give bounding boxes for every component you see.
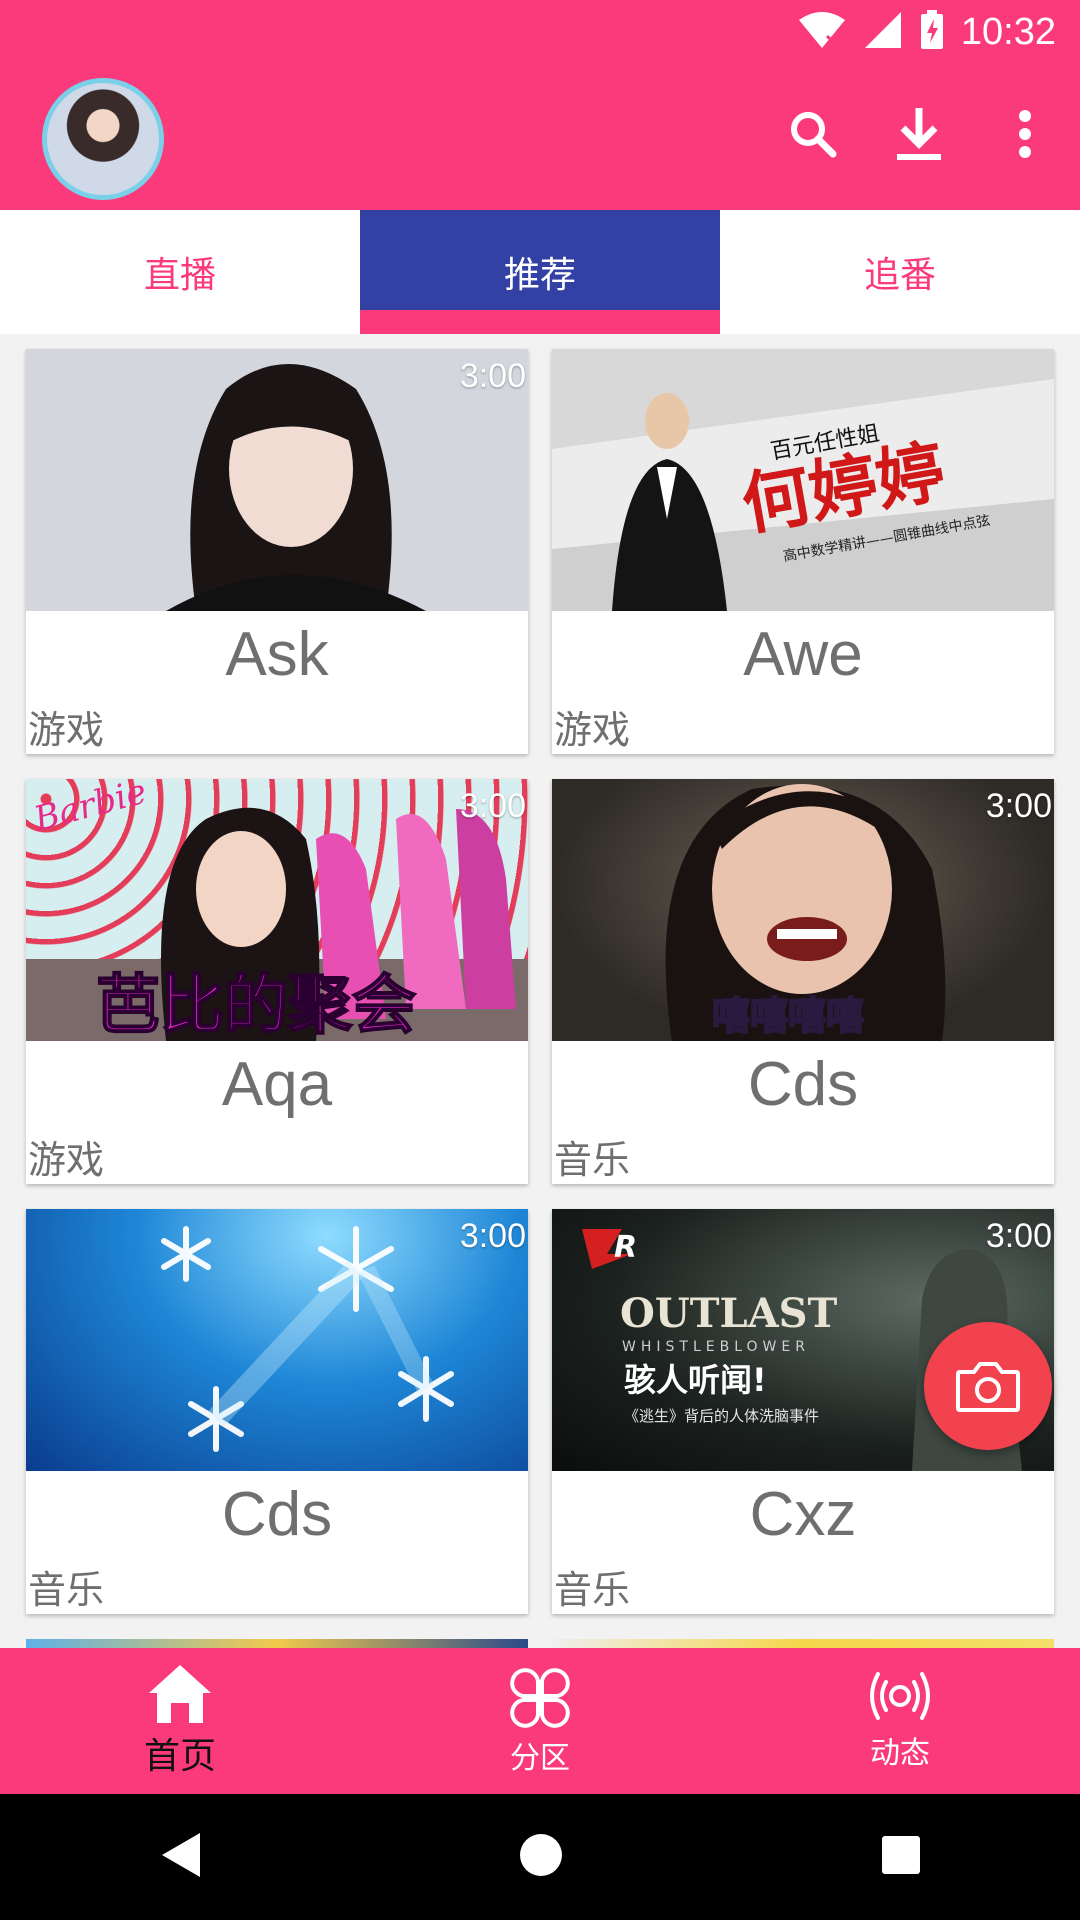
video-thumbnail: 3:00 (26, 349, 528, 611)
battery-icon (919, 9, 945, 55)
thumbnail-art: 百元任性姐 何婷婷 高中数学精讲——圆锥曲线中点弦 (552, 349, 1054, 611)
video-title: Aqa (221, 1050, 333, 1119)
video-card-partial[interactable] (552, 1639, 1054, 1648)
status-time: 10:32 (960, 10, 1056, 53)
video-card-partial[interactable] (26, 1639, 528, 1648)
video-category: 音乐 (554, 1568, 631, 1612)
nav-feed[interactable]: 动态 (720, 1648, 1080, 1794)
video-title: Cds (747, 1050, 859, 1119)
search-icon (791, 112, 837, 158)
video-card[interactable]: Barbie 芭比的聚会 3:00 Aqa 游戏 (26, 779, 528, 1184)
video-thumbnail: 3:00 (26, 1209, 528, 1471)
system-navigation-bar (0, 1794, 1080, 1920)
svg-text:嘻嘻嘻嘻: 嘻嘻嘻嘻 (712, 994, 864, 1038)
video-title: Cxz (749, 1480, 857, 1549)
camera-fab[interactable] (924, 1322, 1052, 1450)
back-icon (162, 1833, 200, 1877)
nav-home-label: 首页 (143, 1736, 216, 1777)
broadcast-icon (870, 1672, 930, 1720)
video-category: 游戏 (28, 1138, 105, 1182)
avatar[interactable] (42, 78, 164, 200)
signal-icon (863, 10, 903, 54)
nav-category[interactable]: 分区 (360, 1648, 720, 1794)
back-button[interactable] (158, 1831, 202, 1883)
video-category: 音乐 (554, 1138, 631, 1182)
video-title: Awe (743, 620, 863, 689)
status-bar: 10:32 (0, 0, 1080, 64)
search-button[interactable] (782, 103, 844, 165)
video-category: 音乐 (28, 1568, 105, 1612)
nav-feed-label: 动态 (870, 1736, 930, 1771)
svg-text:WHISTLEBLOWER: WHISTLEBLOWER (622, 1339, 810, 1355)
video-duration: 3:00 (459, 357, 526, 395)
home-button[interactable] (518, 1832, 564, 1882)
video-duration: 3:00 (459, 1217, 526, 1255)
bottom-navigation: 首页 分区 动态 (0, 1648, 1080, 1794)
nav-category-label: 分区 (510, 1741, 570, 1776)
video-card[interactable]: 嘻嘻嘻嘻 3:00 Cds 音乐 (552, 779, 1054, 1184)
video-card[interactable]: 3:00 Ask 游戏 (26, 349, 528, 754)
video-title: Cds (221, 1480, 333, 1549)
recents-icon (882, 1836, 920, 1874)
more-options-button[interactable] (994, 103, 1056, 165)
tab-live[interactable]: 直播 (0, 210, 360, 334)
thumbnail-art (26, 349, 528, 611)
app-bar: 10:32 (0, 0, 1080, 210)
thumbnail-art: Barbie 芭比的聚会 (26, 779, 528, 1041)
top-tabs: 直播 推荐 追番 (0, 210, 1080, 334)
svg-text:芭比的聚会: 芭比的聚会 (96, 969, 416, 1041)
recents-button[interactable] (880, 1834, 922, 1880)
video-card[interactable]: 百元任性姐 何婷婷 高中数学精讲——圆锥曲线中点弦 Awe 游戏 (552, 349, 1054, 754)
wifi-icon (797, 10, 847, 54)
video-duration: 3:00 (985, 787, 1052, 825)
more-vert-icon (1019, 110, 1031, 158)
video-thumbnail: 嘻嘻嘻嘻 3:00 (552, 779, 1054, 1041)
video-title: Ask (225, 620, 329, 689)
camera-icon (956, 1362, 1020, 1412)
download-icon (897, 108, 941, 160)
video-category: 游戏 (554, 708, 631, 752)
home-icon (149, 1665, 211, 1723)
video-thumbnail: Barbie 芭比的聚会 3:00 (26, 779, 528, 1041)
svg-text:OUTLAST: OUTLAST (620, 1290, 838, 1337)
svg-text:《逃生》背后的人体洗脑事件: 《逃生》背后的人体洗脑事件 (624, 1407, 819, 1425)
video-card[interactable]: 3:00 Cds 音乐 (26, 1209, 528, 1614)
video-category: 游戏 (28, 708, 105, 752)
svg-text:R: R (614, 1230, 637, 1265)
home-circle-icon (520, 1834, 562, 1876)
svg-text:骇人听闻!: 骇人听闻! (624, 1361, 767, 1399)
video-duration: 3:00 (985, 1217, 1052, 1255)
download-button[interactable] (888, 103, 950, 165)
svg-text:Barbie: Barbie (29, 779, 151, 840)
tab-bangumi[interactable]: 追番 (720, 210, 1080, 334)
grid-icon (510, 1668, 570, 1728)
video-duration: 3:00 (459, 787, 526, 825)
video-grid[interactable]: 3:00 Ask 游戏 百元任性姐 何婷婷 高中数学精讲——圆锥曲线中点弦 Aw… (0, 334, 1080, 1648)
thumbnail-art: 嘻嘻嘻嘻 (665, 784, 946, 1041)
video-thumbnail: 百元任性姐 何婷婷 高中数学精讲——圆锥曲线中点弦 (552, 349, 1054, 611)
thumbnail-art (161, 1226, 454, 1452)
nav-home[interactable]: 首页 (0, 1648, 360, 1794)
tab-recommend[interactable]: 推荐 (360, 210, 720, 334)
